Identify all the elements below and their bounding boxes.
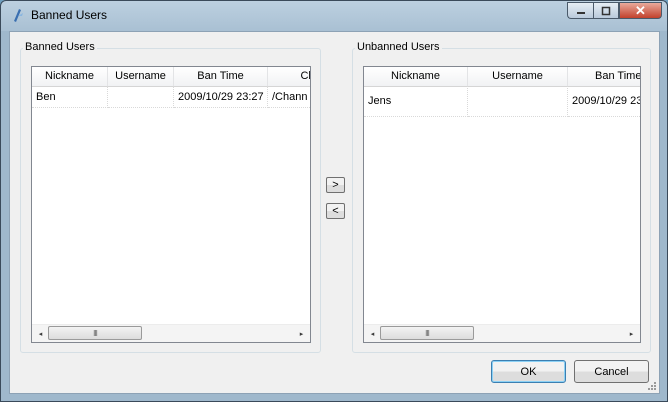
- column-header-nickname[interactable]: Nickname: [364, 67, 468, 86]
- column-header-ban-time[interactable]: Ban Time: [174, 67, 268, 86]
- banned-users-group: Banned Users Nickname Username Ban Time …: [20, 41, 321, 353]
- column-header-username[interactable]: Username: [468, 67, 568, 86]
- cell-username: [468, 86, 568, 117]
- unbanned-users-group: Unbanned Users Nickname Username Ban Tim…: [352, 41, 651, 353]
- cell-ban-time: 2009/10/29 23:27: [174, 86, 268, 108]
- minimize-button[interactable]: [567, 2, 593, 19]
- horizontal-scrollbar[interactable]: ◂ III ▸: [364, 324, 640, 342]
- unbanned-users-label: Unbanned Users: [355, 41, 442, 53]
- scroll-left-icon[interactable]: ◂: [32, 325, 49, 342]
- table-row[interactable]: Jens 2009/10/29 23: [364, 86, 640, 117]
- column-header-nickname[interactable]: Nickname: [32, 67, 108, 86]
- resize-grip-icon[interactable]: [647, 381, 657, 391]
- cell-channel: /Chann: [268, 86, 310, 108]
- ok-button[interactable]: OK: [491, 360, 566, 383]
- cell-nickname: Jens: [364, 86, 468, 117]
- banned-list-header: Nickname Username Ban Time Ch: [32, 67, 310, 87]
- window-title: Banned Users: [31, 8, 108, 22]
- table-row[interactable]: Ben 2009/10/29 23:27 /Chann: [32, 86, 310, 108]
- app-icon: [14, 9, 23, 22]
- cell-nickname: Ben: [32, 86, 108, 108]
- scrollbar-thumb[interactable]: III: [48, 326, 142, 340]
- scroll-right-icon[interactable]: ▸: [293, 325, 310, 342]
- title-bar[interactable]: Banned Users ✕: [1, 1, 667, 31]
- column-header-ban-time[interactable]: Ban Time: [568, 67, 640, 86]
- maximize-icon: [601, 6, 611, 15]
- horizontal-scrollbar[interactable]: ◂ III ▸: [32, 324, 310, 342]
- banned-users-list[interactable]: Nickname Username Ban Time Ch Ben 2009/1…: [31, 66, 311, 343]
- window-controls: ✕: [567, 2, 662, 20]
- scroll-left-icon[interactable]: ◂: [364, 325, 381, 342]
- minimize-icon: [576, 11, 585, 14]
- cancel-button[interactable]: Cancel: [574, 360, 649, 383]
- cell-ban-time: 2009/10/29 23: [568, 86, 640, 117]
- maximize-button[interactable]: [593, 2, 619, 19]
- cell-username: [108, 86, 174, 108]
- unban-button[interactable]: >: [326, 177, 345, 193]
- ban-button[interactable]: <: [326, 203, 345, 219]
- close-icon: ✕: [635, 2, 646, 18]
- column-header-channel[interactable]: Ch: [268, 67, 310, 86]
- dialog-client-area: Banned Users Nickname Username Ban Time …: [9, 31, 660, 394]
- banned-users-label: Banned Users: [23, 41, 97, 53]
- unbanned-list-header: Nickname Username Ban Time: [364, 67, 640, 87]
- column-header-username[interactable]: Username: [108, 67, 174, 86]
- close-button[interactable]: ✕: [619, 2, 662, 19]
- scroll-right-icon[interactable]: ▸: [623, 325, 640, 342]
- scrollbar-thumb[interactable]: III: [380, 326, 474, 340]
- unbanned-users-list[interactable]: Nickname Username Ban Time Jens 2009/10/…: [363, 66, 641, 343]
- dialog-window: Banned Users ✕ Banned Users Nickname Use…: [0, 0, 668, 402]
